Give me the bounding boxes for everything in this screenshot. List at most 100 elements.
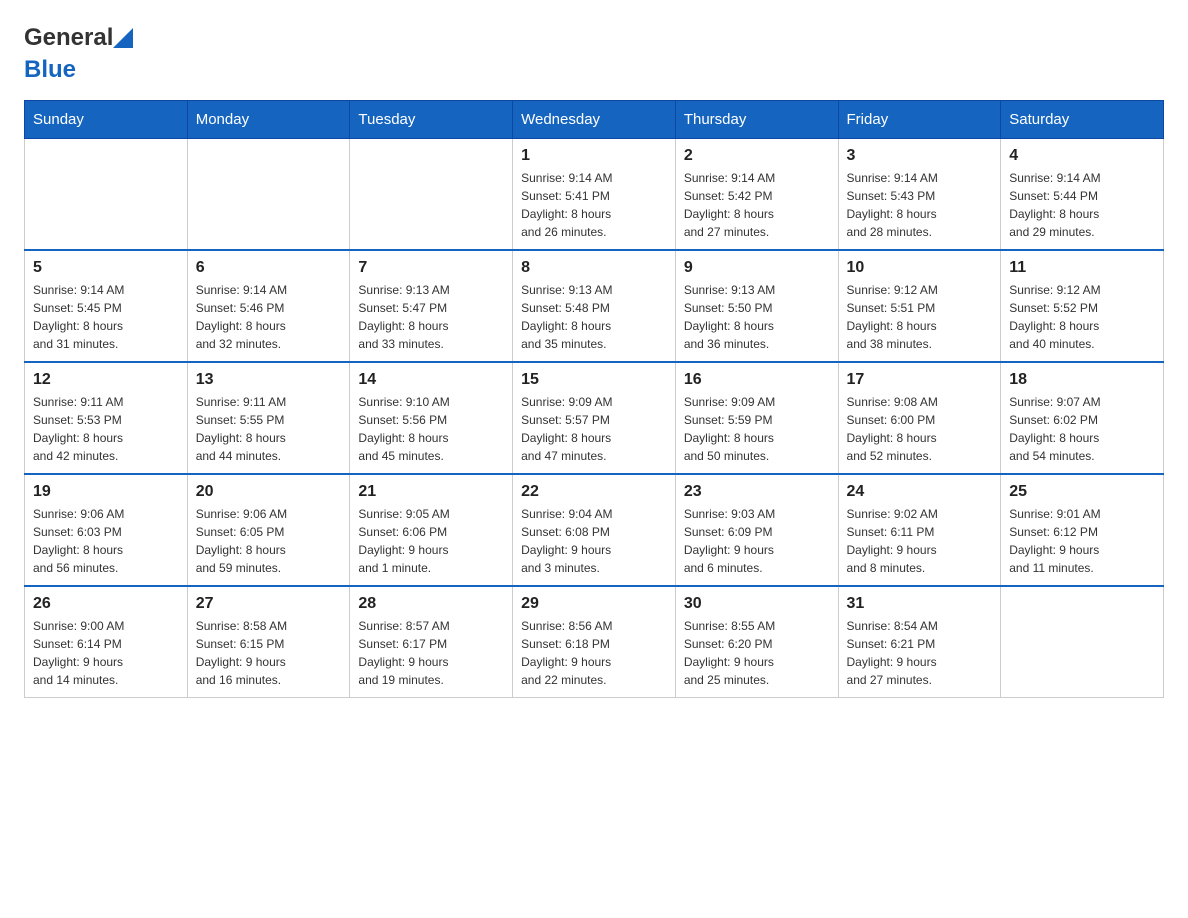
day-number: 30 (684, 595, 830, 613)
calendar-table: SundayMondayTuesdayWednesdayThursdayFrid… (24, 100, 1164, 698)
day-info: Sunrise: 8:57 AMSunset: 6:17 PMDaylight:… (358, 617, 504, 689)
column-header-friday: Friday (838, 101, 1001, 139)
day-number: 6 (196, 259, 342, 277)
day-info: Sunrise: 9:07 AMSunset: 6:02 PMDaylight:… (1009, 393, 1155, 465)
column-header-thursday: Thursday (675, 101, 838, 139)
day-info: Sunrise: 9:14 AMSunset: 5:46 PMDaylight:… (196, 281, 342, 353)
calendar-week-1: 1Sunrise: 9:14 AMSunset: 5:41 PMDaylight… (25, 139, 1164, 251)
day-number: 13 (196, 371, 342, 389)
calendar-cell (187, 139, 350, 251)
day-info: Sunrise: 9:14 AMSunset: 5:42 PMDaylight:… (684, 169, 830, 241)
day-number: 24 (847, 483, 993, 501)
day-number: 10 (847, 259, 993, 277)
day-number: 27 (196, 595, 342, 613)
day-number: 18 (1009, 371, 1155, 389)
calendar-cell: 22 Sunrise: 9:04 AMSunset: 6:08 PMDayligh… (513, 474, 676, 586)
calendar-cell: 19 Sunrise: 9:06 AMSunset: 6:03 PMDayligh… (25, 474, 188, 586)
day-info: Sunrise: 9:03 AMSunset: 6:09 PMDaylight:… (684, 505, 830, 577)
day-number: 29 (521, 595, 667, 613)
page-header: GeneralBlue (24, 24, 1164, 84)
day-number: 1 (521, 147, 667, 165)
day-info: Sunrise: 9:14 AMSunset: 5:44 PMDaylight:… (1009, 169, 1155, 241)
day-number: 23 (684, 483, 830, 501)
day-info: Sunrise: 8:54 AMSunset: 6:21 PMDaylight:… (847, 617, 993, 689)
day-info: Sunrise: 9:09 AMSunset: 5:59 PMDaylight:… (684, 393, 830, 465)
day-info: Sunrise: 9:09 AMSunset: 5:57 PMDaylight:… (521, 393, 667, 465)
day-number: 8 (521, 259, 667, 277)
calendar-cell: 23 Sunrise: 9:03 AMSunset: 6:09 PMDayligh… (675, 474, 838, 586)
calendar-cell: 8 Sunrise: 9:13 AMSunset: 5:48 PMDaylight… (513, 250, 676, 362)
calendar-cell: 1Sunrise: 9:14 AMSunset: 5:41 PMDaylight… (513, 139, 676, 251)
day-number: 5 (33, 259, 179, 277)
calendar-cell: 30 Sunrise: 8:55 AMSunset: 6:20 PMDayligh… (675, 586, 838, 698)
calendar-cell: 5 Sunrise: 9:14 AMSunset: 5:45 PMDaylight… (25, 250, 188, 362)
calendar-week-5: 26 Sunrise: 9:00 AMSunset: 6:14 PMDayligh… (25, 586, 1164, 698)
column-header-tuesday: Tuesday (350, 101, 513, 139)
calendar-cell: 29Sunrise: 8:56 AMSunset: 6:18 PMDayligh… (513, 586, 676, 698)
calendar-week-2: 5 Sunrise: 9:14 AMSunset: 5:45 PMDaylight… (25, 250, 1164, 362)
day-number: 31 (847, 595, 993, 613)
day-info: Sunrise: 9:02 AMSunset: 6:11 PMDaylight:… (847, 505, 993, 577)
calendar-cell: 4 Sunrise: 9:14 AMSunset: 5:44 PMDaylight… (1001, 139, 1164, 251)
calendar-week-3: 12 Sunrise: 9:11 AMSunset: 5:53 PMDayligh… (25, 362, 1164, 474)
day-number: 4 (1009, 147, 1155, 165)
calendar-cell: 28 Sunrise: 8:57 AMSunset: 6:17 PMDayligh… (350, 586, 513, 698)
calendar-cell: 15 Sunrise: 9:09 AMSunset: 5:57 PMDayligh… (513, 362, 676, 474)
calendar-cell: 14 Sunrise: 9:10 AMSunset: 5:56 PMDayligh… (350, 362, 513, 474)
day-info: Sunrise: 9:12 AMSunset: 5:52 PMDaylight:… (1009, 281, 1155, 353)
day-info: Sunrise: 8:55 AMSunset: 6:20 PMDaylight:… (684, 617, 830, 689)
day-number: 26 (33, 595, 179, 613)
logo: GeneralBlue (24, 24, 133, 84)
day-info: Sunrise: 9:06 AMSunset: 6:03 PMDaylight:… (33, 505, 179, 577)
calendar-cell: 16 Sunrise: 9:09 AMSunset: 5:59 PMDayligh… (675, 362, 838, 474)
day-info: Sunrise: 9:01 AMSunset: 6:12 PMDaylight:… (1009, 505, 1155, 577)
column-header-monday: Monday (187, 101, 350, 139)
calendar-cell: 27 Sunrise: 8:58 AMSunset: 6:15 PMDayligh… (187, 586, 350, 698)
column-header-wednesday: Wednesday (513, 101, 676, 139)
day-number: 20 (196, 483, 342, 501)
day-info: Sunrise: 9:10 AMSunset: 5:56 PMDaylight:… (358, 393, 504, 465)
calendar-cell: 20 Sunrise: 9:06 AMSunset: 6:05 PMDayligh… (187, 474, 350, 586)
day-info: Sunrise: 9:06 AMSunset: 6:05 PMDaylight:… (196, 505, 342, 577)
calendar-cell: 7Sunrise: 9:13 AMSunset: 5:47 PMDaylight… (350, 250, 513, 362)
calendar-cell: 25 Sunrise: 9:01 AMSunset: 6:12 PMDayligh… (1001, 474, 1164, 586)
day-info: Sunrise: 9:00 AMSunset: 6:14 PMDaylight:… (33, 617, 179, 689)
calendar-cell: 13Sunrise: 9:11 AMSunset: 5:55 PMDayligh… (187, 362, 350, 474)
calendar-cell: 11 Sunrise: 9:12 AMSunset: 5:52 PMDayligh… (1001, 250, 1164, 362)
day-number: 17 (847, 371, 993, 389)
calendar-cell: 10 Sunrise: 9:12 AMSunset: 5:51 PMDayligh… (838, 250, 1001, 362)
day-number: 2 (684, 147, 830, 165)
day-number: 9 (684, 259, 830, 277)
column-header-saturday: Saturday (1001, 101, 1164, 139)
day-number: 11 (1009, 259, 1155, 277)
day-number: 14 (358, 371, 504, 389)
calendar-cell: 21Sunrise: 9:05 AMSunset: 6:06 PMDayligh… (350, 474, 513, 586)
calendar-cell: 3Sunrise: 9:14 AMSunset: 5:43 PMDaylight… (838, 139, 1001, 251)
day-number: 3 (847, 147, 993, 165)
day-number: 22 (521, 483, 667, 501)
calendar-cell: 9 Sunrise: 9:13 AMSunset: 5:50 PMDaylight… (675, 250, 838, 362)
day-number: 16 (684, 371, 830, 389)
calendar-cell: 6 Sunrise: 9:14 AMSunset: 5:46 PMDaylight… (187, 250, 350, 362)
day-info: Sunrise: 9:13 AMSunset: 5:47 PMDaylight:… (358, 281, 504, 353)
day-info: Sunrise: 9:11 AMSunset: 5:53 PMDaylight:… (33, 393, 179, 465)
day-number: 19 (33, 483, 179, 501)
day-info: Sunrise: 8:58 AMSunset: 6:15 PMDaylight:… (196, 617, 342, 689)
calendar-cell: 26 Sunrise: 9:00 AMSunset: 6:14 PMDayligh… (25, 586, 188, 698)
day-info: Sunrise: 9:13 AMSunset: 5:48 PMDaylight:… (521, 281, 667, 353)
day-number: 12 (33, 371, 179, 389)
calendar-cell (1001, 586, 1164, 698)
day-number: 28 (358, 595, 504, 613)
calendar-cell: 12 Sunrise: 9:11 AMSunset: 5:53 PMDayligh… (25, 362, 188, 474)
day-number: 21 (358, 483, 504, 501)
column-header-sunday: Sunday (25, 101, 188, 139)
calendar-cell: 17Sunrise: 9:08 AMSunset: 6:00 PMDayligh… (838, 362, 1001, 474)
day-info: Sunrise: 9:12 AMSunset: 5:51 PMDaylight:… (847, 281, 993, 353)
day-info: Sunrise: 9:14 AMSunset: 5:45 PMDaylight:… (33, 281, 179, 353)
calendar-cell: 2 Sunrise: 9:14 AMSunset: 5:42 PMDaylight… (675, 139, 838, 251)
day-number: 15 (521, 371, 667, 389)
day-info: Sunrise: 9:13 AMSunset: 5:50 PMDaylight:… (684, 281, 830, 353)
day-info: Sunrise: 9:04 AMSunset: 6:08 PMDaylight:… (521, 505, 667, 577)
calendar-cell: 24 Sunrise: 9:02 AMSunset: 6:11 PMDayligh… (838, 474, 1001, 586)
day-number: 25 (1009, 483, 1155, 501)
